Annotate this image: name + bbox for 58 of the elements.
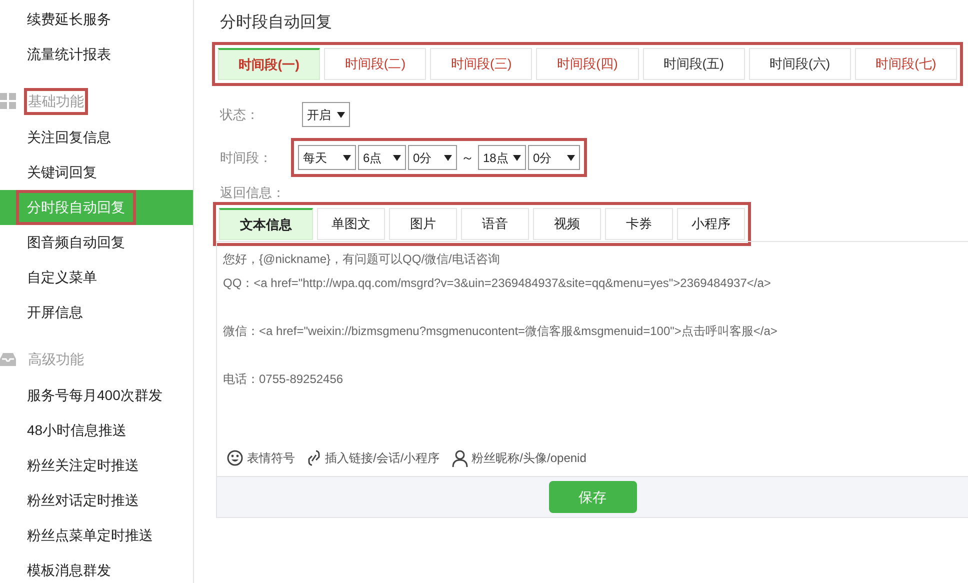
message-text-line: QQ：<a href="http://wpa.qq.com/msgrd?v=3&uin=2369484937&site=qq&menu=yes">2369484937</a> [223, 275, 771, 291]
section-heading: 基础功能 [27, 90, 85, 112]
sidebar-item[interactable]: 服务号每月400次群发 [0, 378, 193, 413]
caret-icon [567, 154, 575, 160]
sidebar-item[interactable]: 自定义菜单 [0, 260, 193, 295]
range-separator: ～ [460, 148, 475, 167]
grid-icon [0, 93, 16, 109]
dropdown[interactable]: 18点 [478, 145, 526, 170]
dropdown[interactable]: 开启 [302, 102, 350, 127]
editor-tool-button[interactable]: 表情符号 [227, 449, 295, 467]
caret-icon [393, 154, 401, 160]
message-text-line: 您好，{@nickname}，有问题可以QQ/微信/电话咨询 [223, 251, 500, 267]
sidebar-item[interactable]: 粉丝关注定时推送 [0, 448, 193, 483]
message-text-line: 微信：<a href="weixin://bizmsgmenu?msgmenucontent=微信客服&msgmenuid=100">点击呼叫客服</a> [223, 323, 778, 339]
link-icon [307, 449, 321, 467]
period-tab[interactable]: 时间段(六) [748, 48, 851, 80]
sidebar-item[interactable]: 模板消息群发 [0, 553, 193, 583]
smiley-icon [227, 450, 243, 466]
dropdown[interactable]: 0分 [408, 145, 457, 170]
sidebar-item[interactable]: 48小时信息推送 [0, 413, 193, 448]
sidebar-item[interactable]: 关键词回复 [0, 155, 193, 190]
period-tab[interactable]: 时间段(一) [218, 48, 320, 80]
editor-tool-button[interactable]: 插入链接/会话/小程序 [307, 449, 440, 467]
period-tab[interactable]: 时间段(二) [324, 48, 426, 80]
message-text-line: 电话：0755-89252456 [223, 371, 344, 387]
period-tab[interactable]: 时间段(四) [536, 48, 639, 80]
caret-icon [444, 154, 452, 160]
period-tab[interactable]: 时间段(三) [430, 48, 532, 80]
message-editor[interactable] [216, 241, 968, 518]
message-type-tab[interactable]: 语音 [461, 208, 529, 240]
message-type-tab[interactable]: 小程序 [677, 208, 745, 240]
dropdown[interactable]: 6点 [358, 145, 406, 170]
page-title: 分时段自动回复 [220, 12, 333, 33]
person-icon [452, 450, 468, 466]
field-label: 返回信息： [220, 184, 285, 201]
sidebar-item[interactable]: 续费延长服务 [0, 2, 193, 37]
message-type-tab[interactable]: 视频 [533, 208, 601, 240]
dropdown[interactable]: 每天 [298, 145, 356, 170]
field-label: 状态： [220, 106, 260, 124]
caret-icon [513, 154, 521, 160]
sidebar-item[interactable]: 图音频自动回复 [0, 225, 193, 260]
sidebar-item[interactable]: 关注回复信息 [0, 120, 193, 155]
caret-icon [337, 112, 345, 118]
dropdown[interactable]: 0分 [528, 145, 580, 170]
period-tab[interactable]: 时间段(五) [642, 48, 745, 80]
message-type-tab[interactable]: 图片 [389, 208, 457, 240]
editor-tool-button[interactable]: 粉丝昵称/头像/openid [452, 449, 586, 467]
field-label: 时间段： [220, 148, 273, 167]
sidebar-item[interactable]: 流量统计报表 [0, 37, 193, 72]
sidebar-item[interactable]: 粉丝对话定时推送 [0, 483, 193, 518]
section-heading: 高级功能 [27, 350, 85, 368]
sidebar-item[interactable]: 开屏信息 [0, 295, 193, 330]
message-type-tab[interactable]: 文本信息 [219, 208, 313, 240]
sidebar-item[interactable]: 粉丝点菜单定时推送 [0, 518, 193, 553]
period-tab[interactable]: 时间段(七) [854, 48, 957, 80]
message-type-tab[interactable]: 卡券 [605, 208, 673, 240]
caret-icon [343, 154, 351, 160]
message-type-tab[interactable]: 单图文 [317, 208, 385, 240]
